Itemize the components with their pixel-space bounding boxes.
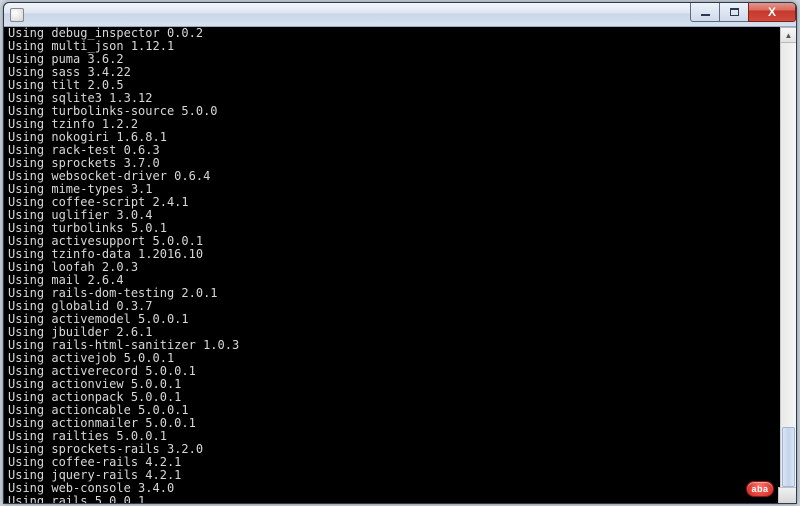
close-button[interactable]: X <box>748 2 796 22</box>
scrollbar-track[interactable] <box>781 43 796 487</box>
minimize-button[interactable] <box>690 2 720 22</box>
window-buttons: X <box>691 2 796 22</box>
scrollbar-thumb[interactable] <box>782 427 795 487</box>
terminal-window: X Using debug_inspector 0.0.2Using multi… <box>3 2 797 504</box>
terminal-line: Using sass 3.4.22 <box>8 66 794 79</box>
maximize-button[interactable] <box>719 2 749 22</box>
minimize-icon <box>701 14 710 16</box>
terminal-output[interactable]: Using debug_inspector 0.0.2Using multi_j… <box>4 27 796 503</box>
terminal-line: Using multi_json 1.12.1 <box>8 40 794 53</box>
recorder-badge[interactable]: aba <box>746 481 774 497</box>
titlebar[interactable]: X <box>4 3 796 27</box>
app-icon <box>10 8 24 22</box>
close-icon: X <box>768 5 776 19</box>
terminal-line: Using rails 5.0.0.1 <box>8 495 794 503</box>
resize-grip[interactable] <box>778 487 796 503</box>
scroll-up-button[interactable]: ▲ <box>781 27 796 43</box>
recorder-badge-label: aba <box>751 484 768 494</box>
maximize-icon <box>730 8 739 16</box>
terminal-line: Using loofah 2.0.3 <box>8 261 794 274</box>
vertical-scrollbar[interactable]: ▲ ▼ <box>780 27 796 503</box>
